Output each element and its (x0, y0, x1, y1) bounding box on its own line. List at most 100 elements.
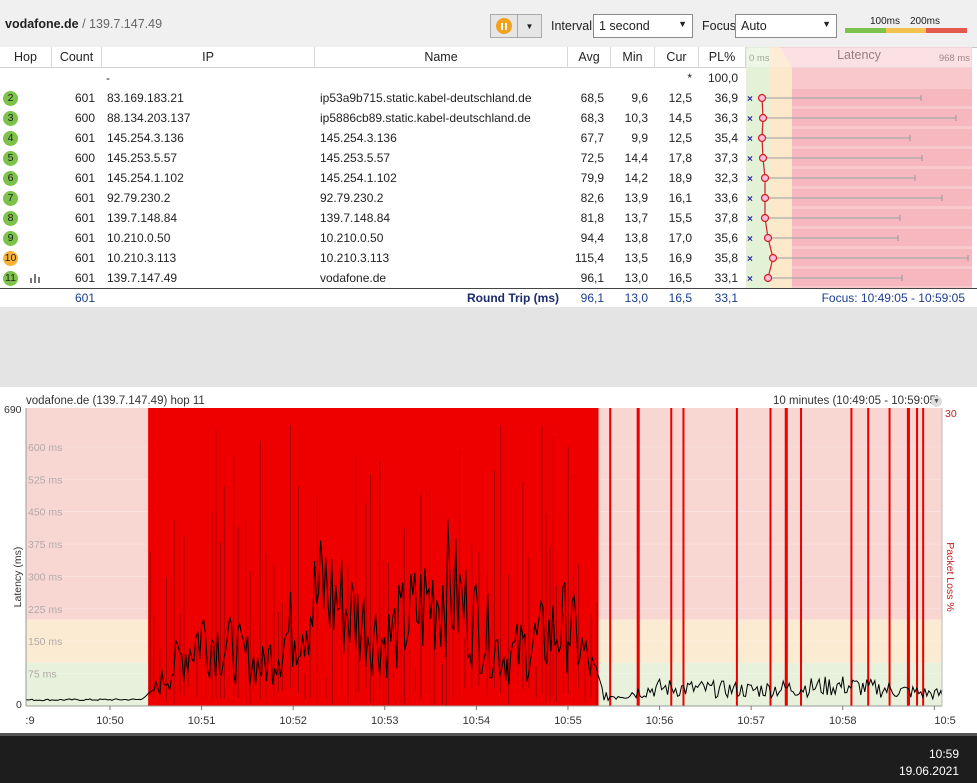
y-tick-label: 375 ms (28, 539, 62, 551)
hop-ip: 139.7.147.49 (107, 271, 178, 285)
graph-time-range[interactable]: 10 minutes (10:49:05 - 10:59:05) (773, 395, 940, 407)
hop-name: ip5886cb89.static.kabel-deutschland.de (320, 111, 531, 125)
y-tick-label: 75 ms (28, 669, 57, 681)
packet-loss-bar (850, 408, 853, 706)
hop-avg: 72,5 (580, 151, 604, 165)
col-header-pl[interactable]: PL% (699, 47, 746, 68)
y-tick-label: 225 ms (28, 604, 62, 616)
hop-row[interactable]: 7 601 92.79.230.2 92.79.230.2 82,6 13,9 16,1 33… (0, 188, 746, 208)
taskbar-clock[interactable]: 10:59 19.06.2021 (899, 746, 959, 780)
x-tick-label: 10:56 (646, 715, 674, 727)
hop-row[interactable]: 9 601 10.210.0.50 10.210.0.50 94,4 13,8 17,0 35… (0, 228, 746, 248)
summary-label: Round Trip (ms) (467, 291, 559, 305)
hop-count: 601 (74, 231, 95, 245)
col-header-avg[interactable]: Avg (568, 47, 611, 68)
hop-row[interactable]: 8 601 139.7.148.84 139.7.148.84 81,8 13,7 15,5… (0, 208, 746, 228)
hop-pl: 33,1 (714, 271, 738, 285)
hop-count: 600 (74, 111, 95, 125)
svg-text:×: × (747, 194, 753, 205)
hop-cur: 17,8 (668, 151, 692, 165)
hop-name: 92.79.230.2 (320, 191, 384, 205)
summary-min: 13,0 (624, 291, 648, 305)
hop-row[interactable]: 6 601 145.254.1.102 145.254.1.102 79,9 14,2 18… (0, 168, 746, 188)
hop-avg: 79,9 (580, 171, 604, 185)
hop-pl: 35,6 (714, 231, 738, 245)
hop-cur: 12,5 (668, 91, 692, 105)
packet-loss-bar (636, 408, 640, 706)
timeline-graph-panel: 600 ms 525 ms 450 ms 375 ms 300 ms 225 ms 150 … (0, 393, 977, 733)
x-tick-label: 10:57 (737, 715, 765, 727)
target-ip: 139.7.147.49 (89, 17, 163, 31)
interval-select[interactable]: 1 second ▼ (593, 14, 693, 38)
hop-number-badge: 5 (3, 151, 18, 166)
avg-latency-dot (758, 113, 768, 123)
hop-ip: 83.169.183.21 (107, 91, 184, 105)
col-header-cur[interactable]: Cur (655, 47, 699, 68)
hop-cur: 15,5 (668, 211, 692, 225)
hop-number-badge: 4 (3, 131, 18, 146)
svg-text:×: × (747, 94, 753, 105)
svg-text:×: × (747, 154, 753, 165)
hop-pl: 37,8 (714, 211, 738, 225)
packet-loss-bar (867, 408, 870, 706)
hop-row[interactable]: 10 601 10.210.3.113 10.210.3.113 115,4 13,5 16… (0, 248, 746, 268)
hop-count: 601 (74, 211, 95, 225)
hop-number-badge: 11 (3, 271, 18, 286)
hop-avg: 68,5 (580, 91, 604, 105)
hop-row[interactable]: 2 601 83.169.183.21 ip53a9b715.static.kabel… (0, 88, 746, 108)
packet-loss-bar (800, 408, 803, 706)
hop-min: 14,4 (624, 151, 648, 165)
hop-pl: 37,3 (714, 151, 738, 165)
hop-avg: 67,7 (580, 131, 604, 145)
col-header-min[interactable]: Min (611, 47, 655, 68)
hop-avg: 115,4 (574, 251, 604, 265)
hop-pl: 33,6 (714, 191, 738, 205)
hop-count: 601 (74, 271, 95, 285)
hop-pl: 35,4 (714, 131, 738, 145)
avg-latency-dot (760, 173, 770, 183)
hop-row[interactable]: - * 100,0 (0, 68, 746, 88)
hop-cur: 16,9 (668, 251, 692, 265)
empty-table-area (0, 307, 977, 387)
packet-loss-bar (888, 408, 891, 706)
chevron-down-icon[interactable]: ▼ (931, 396, 942, 407)
hop-avg: 94,4 (580, 231, 604, 245)
hop-ip: 10.210.0.50 (107, 231, 171, 245)
hop-number-badge: 6 (3, 171, 18, 186)
hop-number-badge: 3 (3, 111, 18, 126)
col-header-count[interactable]: Count (52, 47, 102, 68)
pause-dropdown-button[interactable]: ▼ (518, 14, 542, 38)
hop-count: 601 (74, 191, 95, 205)
hop-cur: 18,9 (668, 171, 692, 185)
scale-bar-green (845, 28, 886, 33)
hop-count: 601 (74, 171, 95, 185)
bar-chart-icon[interactable] (30, 273, 42, 283)
pause-button[interactable] (490, 14, 518, 38)
hop-row[interactable]: 11 601 139.7.147.49 vodafone.de 96,1 13,0 16,5… (0, 268, 746, 288)
hop-row[interactable]: 4 601 145.254.3.136 145.254.3.136 67,7 9,9 12,… (0, 128, 746, 148)
col-header-name[interactable]: Name (315, 47, 568, 68)
target-title: vodafone.de / 139.7.147.49 (5, 17, 162, 31)
focus-select[interactable]: Auto ▼ (735, 14, 837, 38)
right-max-label: 30 (945, 408, 957, 420)
hop-name: vodafone.de (320, 271, 387, 285)
hop-cur: 12,5 (668, 131, 692, 145)
hop-row[interactable]: 5 600 145.253.5.57 145.253.5.57 72,5 14,4 17,8… (0, 148, 746, 168)
hop-avg: 68,3 (580, 111, 604, 125)
clock-time: 10:59 (928, 747, 959, 761)
hop-pl: 100,0 (707, 71, 738, 85)
col-header-ip[interactable]: IP (102, 47, 315, 68)
hop-min: 10,3 (624, 111, 648, 125)
col-header-hop[interactable]: Hop (0, 47, 52, 68)
hop-number-badge: 8 (3, 211, 18, 226)
y-max-label: 690 (4, 404, 22, 416)
summary-pl: 33,1 (714, 291, 738, 305)
x-tick-label: 10:58 (829, 715, 857, 727)
x-tick-label: :9 (25, 715, 34, 727)
avg-latency-dot (760, 193, 770, 203)
y-tick-label: 150 ms (28, 636, 62, 648)
hop-ip: 145.254.3.136 (107, 131, 184, 145)
hop-name: 145.253.5.57 (320, 151, 391, 165)
hop-number-badge: 7 (3, 191, 18, 206)
hop-row[interactable]: 3 600 88.134.203.137 ip5886cb89.static.kabe… (0, 108, 746, 128)
